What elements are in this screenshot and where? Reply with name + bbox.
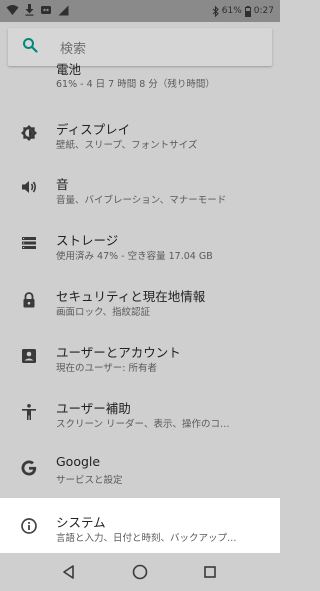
setting-title: ユーザー補助 [56,401,131,416]
storage-icon [20,234,38,252]
setting-title: Google [56,454,101,469]
setting-subtitle: スクリーン リーダー、表示、操作のコ… [56,419,230,430]
setting-item-display[interactable]: ディスプレイ 壁紙、スリープ、フォントサイズ [0,104,280,160]
setting-item-battery[interactable]: 電池 61% - 4 日 7 時間 8 分（残り時間） [0,60,280,100]
setting-subtitle: 壁紙、スリープ、フォントサイズ [56,140,198,151]
settings-screen: 61% 0:27 検索 電池 61% - 4 日 7 時間 8 分（残り時間） … [0,0,280,591]
notification-icon [40,4,52,16]
setting-item-google[interactable]: Google サービスと設定 [0,440,280,496]
setting-title: ストレージ [56,233,119,248]
setting-subtitle: 61% - 4 日 7 時間 8 分（残り時間） [56,79,215,90]
setting-subtitle: 音量、バイブレーション、マナーモード [56,195,227,206]
setting-item-accessibility[interactable]: ユーザー補助 スクリーン リーダー、表示、操作のコ… [0,384,280,440]
clock: 0:27 [253,6,274,16]
setting-subtitle: 使用済み 47% - 空き容量 17.04 GB [56,251,213,262]
setting-item-system[interactable]: システム 言語と入力、日付と時刻、バックアップ… [0,498,280,554]
setting-title: ユーザーとアカウント [56,345,181,360]
volume-icon [20,178,38,196]
search-icon[interactable] [22,37,38,57]
setting-item-security[interactable]: セキュリティと現在地情報 画面ロック、指紋認証 [0,272,280,328]
setting-subtitle: 画面ロック、指紋認証 [56,307,151,318]
setting-subtitle: 言語と入力、日付と時刻、バックアップ… [56,533,237,544]
setting-item-accounts[interactable]: ユーザーとアカウント 現在のユーザー: 所有者 [0,328,280,384]
accessibility-icon [20,403,38,421]
account-icon [20,347,38,365]
info-icon [20,517,38,535]
setting-item-storage[interactable]: ストレージ 使用済み 47% - 空き容量 17.04 GB [0,216,280,272]
setting-title: セキュリティと現在地情報 [56,289,206,304]
bluetooth-icon [212,5,219,17]
brightness-icon [20,124,38,142]
recents-icon[interactable] [201,563,219,581]
status-left-icons [6,4,69,16]
setting-title: システム [56,515,106,530]
setting-subtitle: 現在のユーザー: 所有者 [56,363,158,374]
battery-status-icon [244,5,251,17]
search-placeholder[interactable]: 検索 [60,38,86,57]
lock-icon [20,291,38,309]
wifi-icon [6,4,19,16]
setting-subtitle: サービスと設定 [56,475,123,486]
setting-title: ディスプレイ [56,122,131,137]
home-icon[interactable] [131,563,149,581]
google-icon [20,459,38,477]
signal-icon [58,5,69,16]
setting-item-sound[interactable]: 音 音量、バイブレーション、マナーモード [0,160,280,216]
back-icon[interactable] [60,563,78,581]
battery-percent: 61% [221,6,242,16]
navigation-bar [0,553,280,591]
status-right-icons: 61% 0:27 [212,5,274,17]
download-icon [25,4,34,16]
setting-title: 音 [56,177,69,192]
status-bar: 61% 0:27 [0,0,280,22]
